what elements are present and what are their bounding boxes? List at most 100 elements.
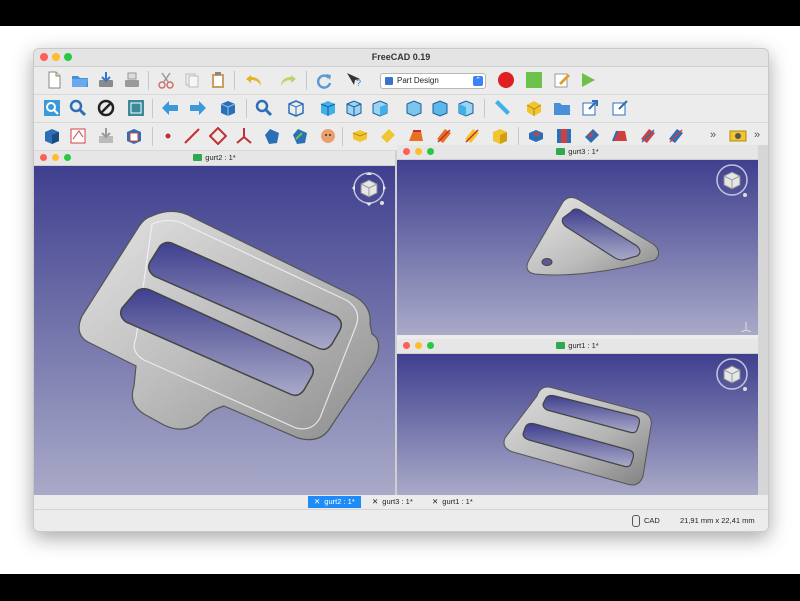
- new-file-icon[interactable]: [44, 70, 64, 90]
- navigation-cube[interactable]: [349, 170, 389, 215]
- zoom-icon[interactable]: [254, 98, 274, 118]
- paste-icon[interactable]: [208, 70, 228, 90]
- copy-icon[interactable]: [182, 70, 202, 90]
- tab-gurt3[interactable]: ✕ gurt3 : 1*: [366, 496, 419, 508]
- additive-loft-icon[interactable]: [406, 126, 426, 146]
- link-actions-icon[interactable]: [610, 98, 630, 118]
- part-icon[interactable]: [524, 98, 544, 118]
- create-body-icon[interactable]: [42, 126, 62, 146]
- open-file-icon[interactable]: [70, 70, 90, 90]
- document-icon: [556, 148, 566, 155]
- groove-icon[interactable]: [582, 126, 602, 146]
- toolbar-separator: [518, 127, 519, 146]
- subtractive-loft-icon[interactable]: [610, 126, 630, 146]
- std-views-icon[interactable]: [218, 98, 238, 118]
- toolbar-separator: [152, 99, 153, 118]
- cut-icon[interactable]: [156, 70, 176, 90]
- measure-icon[interactable]: [492, 98, 512, 118]
- toolbar-separator: [148, 71, 149, 90]
- viewport-header: gurt3 : 1*: [397, 145, 758, 160]
- create-sketch-icon[interactable]: [68, 126, 88, 146]
- measure-distance-icon[interactable]: [728, 126, 748, 146]
- datum-point-icon[interactable]: [158, 126, 178, 146]
- back-arrow-icon[interactable]: [160, 98, 180, 118]
- workbench-selector[interactable]: Part Design ⌃: [380, 73, 486, 89]
- toolbar-separator: [484, 99, 485, 118]
- revolution-icon[interactable]: [378, 126, 398, 146]
- viewport-gurt3[interactable]: gurt3 : 1*: [397, 145, 758, 335]
- rear-view-icon[interactable]: [404, 98, 424, 118]
- fit-selection-icon[interactable]: [68, 98, 88, 118]
- shape-binder-icon[interactable]: [262, 126, 282, 146]
- toolbar-separator: [342, 127, 343, 146]
- undo-icon[interactable]: [244, 70, 264, 90]
- right-view-icon[interactable]: [370, 98, 390, 118]
- subtractive-helix-icon[interactable]: [666, 126, 686, 146]
- vertical-scrollbar[interactable]: [758, 145, 768, 495]
- document-icon: [556, 342, 566, 349]
- document-tabbar: ✕ gurt2 : 1* ✕ gurt3 : 1* ✕ gurt1 : 1*: [34, 495, 768, 509]
- front-view-icon[interactable]: [318, 98, 338, 118]
- run-macro-icon[interactable]: [578, 70, 598, 90]
- validate-sketch-icon[interactable]: [96, 126, 116, 146]
- navigation-style[interactable]: CAD: [644, 516, 660, 525]
- additive-primitive-icon[interactable]: [490, 126, 510, 146]
- group-icon[interactable]: [552, 98, 572, 118]
- toolbar-separator: [152, 127, 153, 146]
- additive-pipe-icon[interactable]: [434, 126, 454, 146]
- fit-all-icon[interactable]: [42, 98, 62, 118]
- edit-macro-icon[interactable]: [552, 70, 572, 90]
- viewport-gurt1[interactable]: gurt1 : 1*: [397, 339, 758, 495]
- toolbar-separator: [246, 99, 247, 118]
- isometric-view-icon[interactable]: [286, 98, 306, 118]
- navigation-cube[interactable]: [712, 162, 752, 207]
- record-macro-icon[interactable]: [496, 70, 516, 90]
- close-tab-icon[interactable]: ✕: [432, 497, 438, 506]
- viewport-title: gurt2 : 1*: [205, 153, 236, 162]
- toolbar-row-1: ? Part Design ⌃: [34, 67, 768, 95]
- datum-plane-icon[interactable]: [208, 126, 228, 146]
- status-bar: CAD 21,91 mm x 22,41 mm: [34, 509, 768, 531]
- map-sketch-icon[interactable]: [124, 126, 144, 146]
- redo-icon[interactable]: [278, 70, 298, 90]
- top-view-icon[interactable]: [344, 98, 364, 118]
- local-cs-icon[interactable]: [234, 126, 254, 146]
- 3d-scene[interactable]: [397, 160, 758, 335]
- save-icon[interactable]: [96, 70, 116, 90]
- subtractive-pipe-icon[interactable]: [638, 126, 658, 146]
- close-tab-icon[interactable]: ✕: [314, 497, 320, 506]
- whats-this-icon[interactable]: ?: [344, 70, 364, 90]
- 3d-scene[interactable]: [34, 166, 395, 495]
- additive-helix-icon[interactable]: [462, 126, 482, 146]
- navigation-cube[interactable]: [712, 356, 752, 401]
- hole-icon[interactable]: [554, 126, 574, 146]
- tab-gurt1[interactable]: ✕ gurt1 : 1*: [426, 496, 479, 508]
- 3d-scene[interactable]: [397, 354, 758, 495]
- forward-arrow-icon[interactable]: [188, 98, 208, 118]
- subshape-binder-icon[interactable]: [290, 126, 310, 146]
- dimensions-readout: 21,91 mm x 22,41 mm: [680, 516, 755, 525]
- viewport-header: gurt1 : 1*: [397, 339, 758, 354]
- viewport-title: gurt1 : 1*: [568, 341, 599, 350]
- pocket-icon[interactable]: [526, 126, 546, 146]
- link-icon[interactable]: [580, 98, 600, 118]
- left-view-icon[interactable]: [456, 98, 476, 118]
- document-icon: [193, 154, 203, 161]
- close-tab-icon[interactable]: ✕: [372, 497, 378, 506]
- viewport-gurt2[interactable]: gurt2 : 1*: [34, 151, 397, 495]
- clone-icon[interactable]: [318, 126, 338, 146]
- toolbar-overflow-icon[interactable]: »: [710, 129, 716, 141]
- save-as-icon[interactable]: [122, 70, 142, 90]
- bottom-view-icon[interactable]: [430, 98, 450, 118]
- axis-indicator-icon: [740, 319, 752, 333]
- datum-line-icon[interactable]: [182, 126, 202, 146]
- tab-gurt2[interactable]: ✕ gurt2 : 1*: [308, 496, 361, 508]
- title-bar: FreeCAD 0.19: [34, 49, 768, 67]
- pad-icon[interactable]: [350, 126, 370, 146]
- mouse-icon: [632, 515, 640, 527]
- toolbar-overflow-icon[interactable]: »: [754, 129, 760, 141]
- stop-macro-icon[interactable]: [524, 70, 544, 90]
- refresh-icon[interactable]: [314, 70, 334, 90]
- draw-style-icon[interactable]: [96, 98, 116, 118]
- bounding-box-icon[interactable]: [126, 98, 146, 118]
